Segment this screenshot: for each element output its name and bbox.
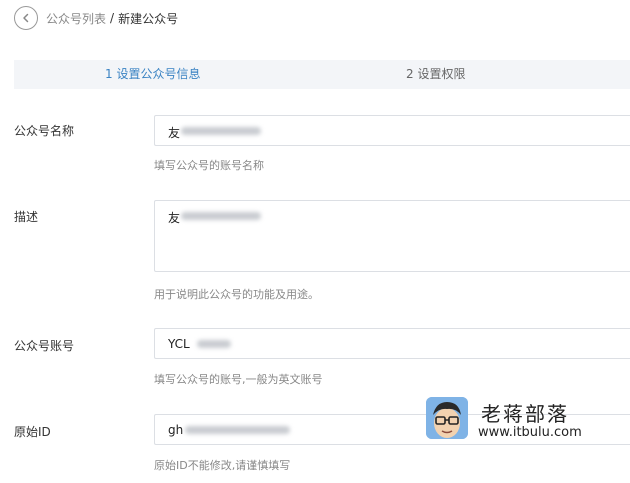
name-hint: 填写公众号的账号名称 xyxy=(154,159,264,172)
name-input[interactable]: 友 xyxy=(154,115,630,146)
redacted-blur xyxy=(197,340,231,348)
name-value: 友 xyxy=(168,126,181,140)
description-textarea[interactable]: 友 xyxy=(154,200,630,272)
description-label: 描述 xyxy=(14,210,39,224)
cartoon-avatar-icon xyxy=(426,397,468,439)
watermark-title: 老蒋部落 xyxy=(481,402,569,426)
original-id-value: gh xyxy=(168,423,184,437)
name-label: 公众号名称 xyxy=(14,124,75,138)
account-value: YCL xyxy=(168,337,190,351)
breadcrumb-link-account-list[interactable]: 公众号列表 xyxy=(46,10,106,27)
original-id-label: 原始ID xyxy=(14,425,51,439)
step-1-info[interactable]: 1 设置公众号信息 xyxy=(105,60,200,89)
redacted-blur xyxy=(185,426,290,434)
account-label: 公众号账号 xyxy=(14,339,75,353)
chevron-left-icon xyxy=(23,13,29,23)
site-watermark: 老蒋部落 www.itbulu.com xyxy=(426,396,630,444)
account-hint: 填写公众号的账号,一般为英文账号 xyxy=(154,373,323,386)
redacted-blur xyxy=(181,127,261,135)
description-hint: 用于说明此公众号的功能及用途。 xyxy=(154,288,319,301)
breadcrumb: 公众号列表 / 新建公众号 xyxy=(14,6,178,30)
description-value: 友 xyxy=(168,211,181,225)
breadcrumb-separator: / xyxy=(110,11,115,25)
redacted-blur xyxy=(181,212,261,220)
step-indicator: 1 设置公众号信息 2 设置权限 xyxy=(14,60,630,89)
breadcrumb-trail: 公众号列表 / 新建公众号 xyxy=(46,10,178,27)
watermark-url: www.itbulu.com xyxy=(478,425,582,440)
original-id-hint: 原始ID不能修改,请谨慎填写 xyxy=(154,459,291,472)
back-button[interactable] xyxy=(14,6,38,30)
step-2-permissions[interactable]: 2 设置权限 xyxy=(406,60,465,89)
account-input[interactable]: YCL xyxy=(154,328,630,359)
breadcrumb-current: 新建公众号 xyxy=(118,11,179,26)
